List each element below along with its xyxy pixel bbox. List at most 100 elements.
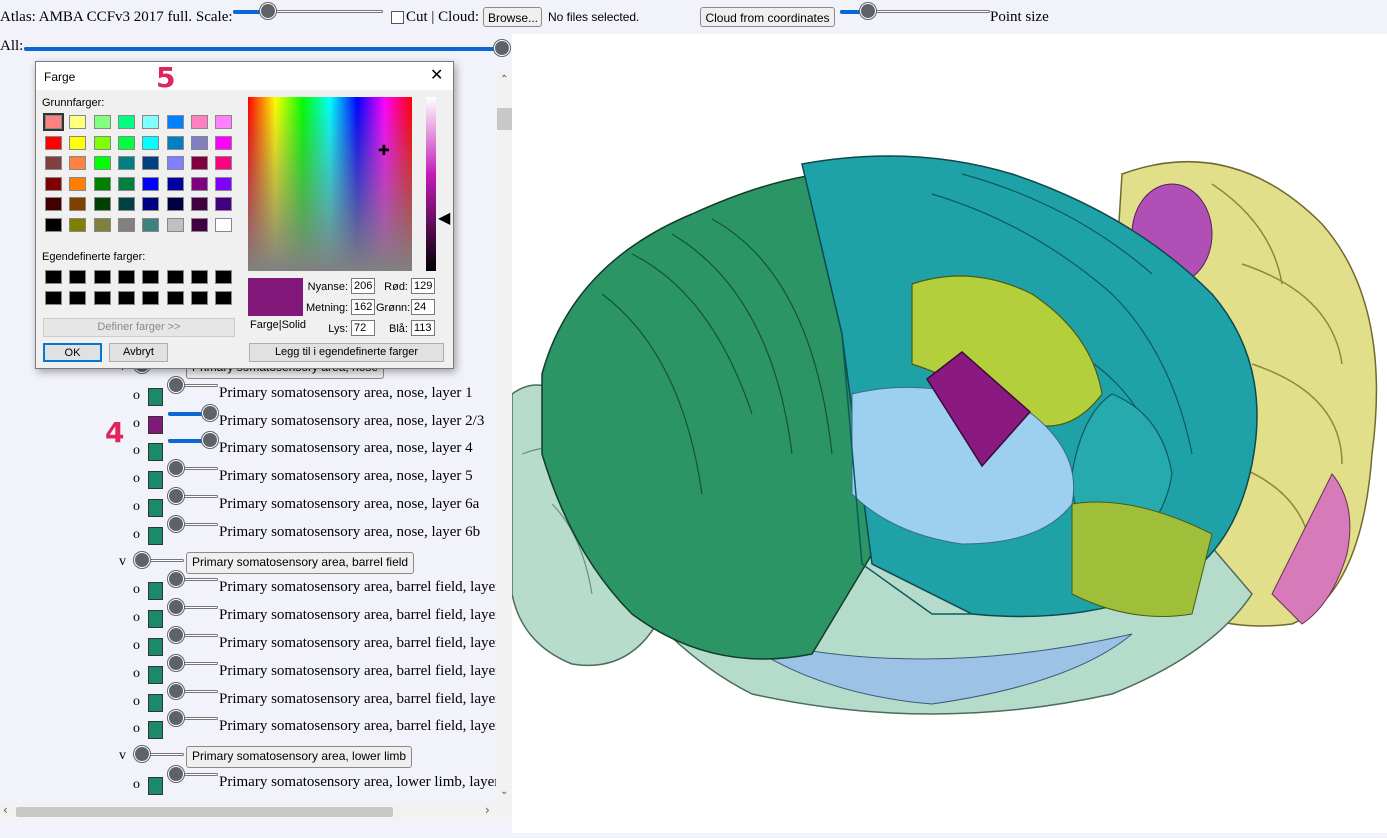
- basic-color-swatch[interactable]: [117, 176, 135, 191]
- custom-color-swatch[interactable]: [215, 270, 233, 284]
- basic-color-swatch[interactable]: [117, 217, 135, 232]
- basic-color-swatch[interactable]: [93, 135, 111, 150]
- scroll-left-icon[interactable]: ‹: [3, 803, 8, 817]
- basic-color-swatch[interactable]: [166, 115, 184, 129]
- opacity-slider[interactable]: [168, 764, 218, 784]
- color-swatch[interactable]: [148, 665, 163, 684]
- basic-color-swatch[interactable]: [166, 176, 184, 191]
- basic-color-swatch[interactable]: [190, 156, 208, 170]
- basic-color-swatch[interactable]: [45, 197, 62, 211]
- basic-color-swatch[interactable]: [142, 135, 160, 150]
- group-button[interactable]: Primary somatosensory area, barrel field: [186, 551, 415, 574]
- all-opacity-slider[interactable]: [24, 38, 510, 58]
- color-swatch[interactable]: [148, 415, 163, 434]
- basic-color-swatch[interactable]: [117, 197, 135, 211]
- basic-color-swatch[interactable]: [93, 217, 111, 232]
- opacity-slider[interactable]: [168, 430, 218, 450]
- custom-color-swatch[interactable]: [215, 290, 233, 305]
- basic-color-swatch[interactable]: [45, 176, 62, 191]
- basic-color-swatch[interactable]: [142, 115, 160, 129]
- basic-color-swatch[interactable]: [215, 217, 233, 232]
- basic-color-swatch[interactable]: [190, 197, 208, 211]
- basic-color-swatch[interactable]: [93, 176, 111, 191]
- point-size-slider[interactable]: [840, 1, 990, 21]
- basic-color-swatch[interactable]: [69, 156, 87, 170]
- group-button[interactable]: Primary somatosensory area, lower limb: [186, 746, 413, 769]
- opacity-slider[interactable]: [168, 514, 218, 534]
- custom-color-swatch[interactable]: [69, 270, 87, 284]
- basic-color-swatch[interactable]: [142, 217, 160, 232]
- define-custom-colors-button[interactable]: Definer farger >>: [43, 318, 235, 337]
- opacity-slider[interactable]: [168, 486, 218, 506]
- dialog-titlebar[interactable]: Farge 5 ✕: [36, 61, 453, 94]
- color-swatch[interactable]: [148, 526, 163, 545]
- basic-color-swatch[interactable]: [45, 135, 62, 150]
- basic-color-swatch[interactable]: [190, 176, 208, 191]
- add-to-custom-colors-button[interactable]: Legg til i egendefinerte farger: [249, 343, 444, 362]
- basic-color-swatch[interactable]: [166, 135, 184, 150]
- horizontal-scroll-thumb[interactable]: [16, 807, 393, 817]
- scroll-down-icon[interactable]: ⌄: [500, 786, 508, 797]
- basic-color-swatch[interactable]: [215, 197, 233, 211]
- tree-horizontal-scrollbar[interactable]: ‹ ›: [0, 803, 512, 820]
- basic-color-swatch[interactable]: [215, 135, 233, 150]
- basic-color-swatch[interactable]: [69, 135, 87, 150]
- luminance-bar[interactable]: [426, 97, 436, 271]
- basic-color-swatch[interactable]: [166, 217, 184, 232]
- cloud-from-coordinates-button[interactable]: Cloud from coordinates: [700, 7, 835, 27]
- custom-color-swatch[interactable]: [166, 270, 184, 284]
- opacity-slider[interactable]: [168, 625, 218, 645]
- scroll-up-icon[interactable]: ⌃: [500, 74, 508, 85]
- basic-color-swatch[interactable]: [215, 115, 233, 129]
- opacity-slider[interactable]: [134, 550, 184, 570]
- basic-color-swatch[interactable]: [45, 156, 62, 170]
- opacity-slider[interactable]: [168, 403, 218, 423]
- custom-color-swatch[interactable]: [142, 290, 160, 305]
- green-field[interactable]: 24: [411, 299, 435, 315]
- custom-color-swatch[interactable]: [45, 270, 62, 284]
- color-swatch[interactable]: [148, 499, 163, 517]
- basic-color-swatch[interactable]: [190, 135, 208, 150]
- color-swatch[interactable]: [148, 693, 163, 712]
- scale-slider[interactable]: [233, 1, 383, 21]
- basic-color-swatch[interactable]: [142, 197, 160, 211]
- basic-color-swatch[interactable]: [166, 156, 184, 170]
- basic-color-swatch[interactable]: [142, 176, 160, 191]
- opacity-slider[interactable]: [168, 597, 218, 617]
- close-icon[interactable]: ✕: [430, 65, 443, 84]
- custom-color-swatch[interactable]: [190, 290, 208, 305]
- color-swatch[interactable]: [148, 471, 163, 490]
- color-swatch[interactable]: [148, 387, 163, 406]
- opacity-slider[interactable]: [168, 708, 218, 728]
- luminance-field[interactable]: 72: [351, 320, 375, 336]
- color-swatch[interactable]: [148, 610, 163, 629]
- custom-color-swatch[interactable]: [93, 290, 111, 305]
- custom-color-swatch[interactable]: [166, 290, 184, 305]
- blue-field[interactable]: 113: [411, 320, 435, 336]
- basic-color-swatch[interactable]: [117, 135, 135, 150]
- opacity-slider[interactable]: [168, 569, 218, 589]
- vertical-scroll-thumb[interactable]: [497, 108, 512, 130]
- red-field[interactable]: 129: [411, 278, 435, 294]
- basic-color-swatch[interactable]: [69, 217, 87, 232]
- cut-checkbox[interactable]: [391, 11, 404, 24]
- custom-color-swatch[interactable]: [45, 290, 62, 305]
- cancel-button[interactable]: Avbryt: [109, 343, 168, 362]
- basic-color-swatch[interactable]: [215, 176, 233, 191]
- custom-color-swatch[interactable]: [142, 270, 160, 284]
- basic-color-swatch[interactable]: [69, 115, 87, 129]
- custom-color-swatch[interactable]: [190, 270, 208, 284]
- saturation-field[interactable]: 162: [351, 299, 375, 315]
- browse-button[interactable]: Browse...: [483, 7, 542, 27]
- scroll-right-icon[interactable]: ›: [485, 803, 490, 817]
- luminance-arrow-icon[interactable]: ◀: [438, 208, 450, 227]
- custom-color-swatch[interactable]: [93, 270, 111, 284]
- opacity-slider[interactable]: [168, 681, 218, 701]
- custom-color-swatch[interactable]: [117, 270, 135, 284]
- collapse-toggle[interactable]: v: [119, 554, 126, 570]
- hue-field[interactable]: 206: [351, 278, 375, 294]
- opacity-slider[interactable]: [168, 458, 218, 478]
- opacity-slider[interactable]: [168, 375, 218, 395]
- basic-color-swatch[interactable]: [190, 115, 208, 129]
- basic-color-swatch[interactable]: [190, 217, 208, 232]
